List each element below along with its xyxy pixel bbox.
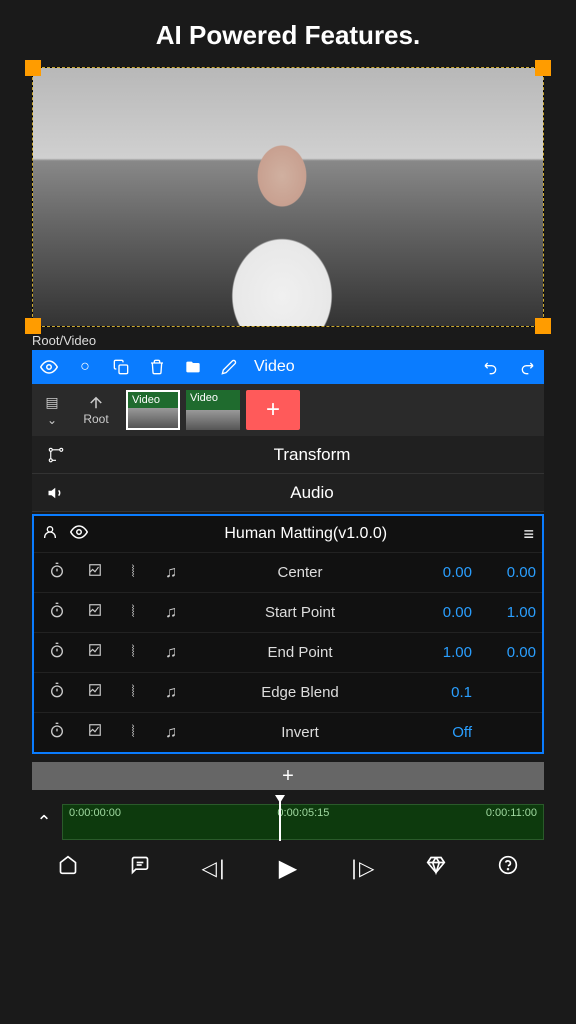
human-matting-panel: Human Matting(v1.0.0) ≡ ⦚♫Center0.000.00…	[32, 514, 544, 754]
chevron-down-icon[interactable]: ⌄	[47, 413, 57, 427]
param-value-1[interactable]: 0.00	[412, 604, 472, 621]
add-clip-button[interactable]: +	[246, 390, 300, 430]
playhead[interactable]	[279, 799, 281, 841]
folder-icon[interactable]	[182, 356, 204, 378]
menu-icon[interactable]: ≡	[523, 524, 534, 545]
transform-label: Transform	[80, 445, 544, 465]
page-title: AI Powered Features.	[0, 0, 576, 67]
home-icon[interactable]	[58, 855, 78, 881]
vibration-icon[interactable]: ⦚	[116, 644, 150, 662]
audio-section[interactable]: Audio	[32, 474, 544, 512]
toolbar-label: Video	[254, 358, 466, 376]
music-icon[interactable]: ♫	[154, 684, 188, 702]
vibration-icon[interactable]: ⦚	[116, 564, 150, 582]
speaker-icon	[32, 484, 80, 502]
play-icon[interactable]: ▶	[279, 854, 297, 883]
visibility-icon[interactable]	[38, 356, 60, 378]
param-value-1[interactable]: 1.00	[412, 644, 472, 661]
stopwatch-icon[interactable]	[40, 562, 74, 583]
undo-icon[interactable]	[480, 356, 502, 378]
preview-image	[33, 68, 543, 326]
circle-icon[interactable]: ○	[74, 356, 96, 378]
list-icon[interactable]: ▤	[45, 394, 58, 411]
stopwatch-icon[interactable]	[40, 722, 74, 743]
graph-icon[interactable]	[78, 643, 112, 662]
clip-1[interactable]: Video	[126, 390, 180, 430]
breadcrumb: Root/Video	[32, 327, 544, 350]
crop-handle-top-right[interactable]	[535, 60, 551, 76]
edit-icon[interactable]	[218, 356, 240, 378]
music-icon[interactable]: ♫	[154, 604, 188, 622]
help-icon[interactable]	[498, 855, 518, 881]
param-label: Edge Blend	[192, 684, 408, 701]
clip-2[interactable]: Video	[186, 390, 240, 430]
graph-icon[interactable]	[78, 603, 112, 622]
music-icon[interactable]: ♫	[154, 724, 188, 742]
add-effect-button[interactable]: +	[32, 762, 544, 790]
root-button[interactable]: Root	[72, 394, 120, 426]
param-label: End Point	[192, 644, 408, 661]
transform-section[interactable]: Transform	[32, 436, 544, 474]
vibration-icon[interactable]: ⦚	[116, 724, 150, 742]
param-label: Invert	[192, 724, 408, 741]
bottom-bar: ◁∣ ▶ ∣▷	[32, 846, 544, 890]
clip-label: Video	[130, 394, 162, 406]
clip-label: Video	[188, 392, 220, 404]
graph-icon[interactable]	[78, 723, 112, 742]
audio-label: Audio	[80, 483, 544, 503]
param-row: ⦚♫End Point1.000.00	[34, 632, 542, 672]
timecode-end: 0:00:11:00	[486, 807, 537, 819]
root-label: Root	[83, 412, 108, 426]
timeline-track[interactable]: 0:00:00:00 0:00:05:15 0:00:11:00	[62, 804, 544, 840]
clips-row: ▤ ⌄ Root Video Video +	[32, 384, 544, 436]
eye-icon[interactable]	[70, 523, 88, 546]
param-value-2[interactable]: 0.00	[476, 564, 536, 581]
diamond-icon[interactable]	[426, 855, 446, 881]
param-value-1[interactable]: Off	[412, 724, 472, 741]
param-row: ⦚♫Edge Blend0.1	[34, 672, 542, 712]
delete-icon[interactable]	[146, 356, 168, 378]
timecode-mid: 0:00:05:15	[277, 807, 329, 819]
comment-icon[interactable]	[130, 855, 150, 881]
crop-handle-bottom-right[interactable]	[535, 318, 551, 334]
param-value-1[interactable]: 0.1	[412, 684, 472, 701]
step-forward-icon[interactable]: ∣▷	[349, 856, 374, 881]
transform-icon	[32, 446, 80, 464]
stopwatch-icon[interactable]	[40, 682, 74, 703]
timecode-start: 0:00:00:00	[69, 807, 121, 819]
graph-icon[interactable]	[78, 563, 112, 582]
param-row: ⦚♫Center0.000.00	[34, 552, 542, 592]
music-icon[interactable]: ♫	[154, 644, 188, 662]
crop-handle-top-left[interactable]	[25, 60, 41, 76]
param-label: Start Point	[192, 604, 408, 621]
copy-icon[interactable]	[110, 356, 132, 378]
param-label: Center	[192, 564, 408, 581]
step-back-icon[interactable]: ◁∣	[202, 856, 227, 881]
vibration-icon[interactable]: ⦚	[116, 604, 150, 622]
param-value-1[interactable]: 0.00	[412, 564, 472, 581]
redo-icon[interactable]	[516, 356, 538, 378]
music-icon[interactable]: ♫	[154, 564, 188, 582]
timeline: ⌃ 0:00:00:00 0:00:05:15 0:00:11:00	[32, 804, 544, 840]
stopwatch-icon[interactable]	[40, 642, 74, 663]
crop-handle-bottom-left[interactable]	[25, 318, 41, 334]
stopwatch-icon[interactable]	[40, 602, 74, 623]
vibration-icon[interactable]: ⦚	[116, 684, 150, 702]
param-value-2[interactable]: 0.00	[476, 644, 536, 661]
param-row: ⦚♫InvertOff	[34, 712, 542, 752]
panel-title: Human Matting(v1.0.0)	[100, 525, 511, 543]
param-row: ⦚♫Start Point0.001.00	[34, 592, 542, 632]
preview-area[interactable]	[32, 67, 544, 327]
toolbar: ○ Video	[32, 350, 544, 384]
user-icon[interactable]	[42, 524, 58, 545]
param-value-2[interactable]: 1.00	[476, 604, 536, 621]
graph-icon[interactable]	[78, 683, 112, 702]
chevron-up-icon[interactable]: ⌃	[32, 812, 56, 833]
